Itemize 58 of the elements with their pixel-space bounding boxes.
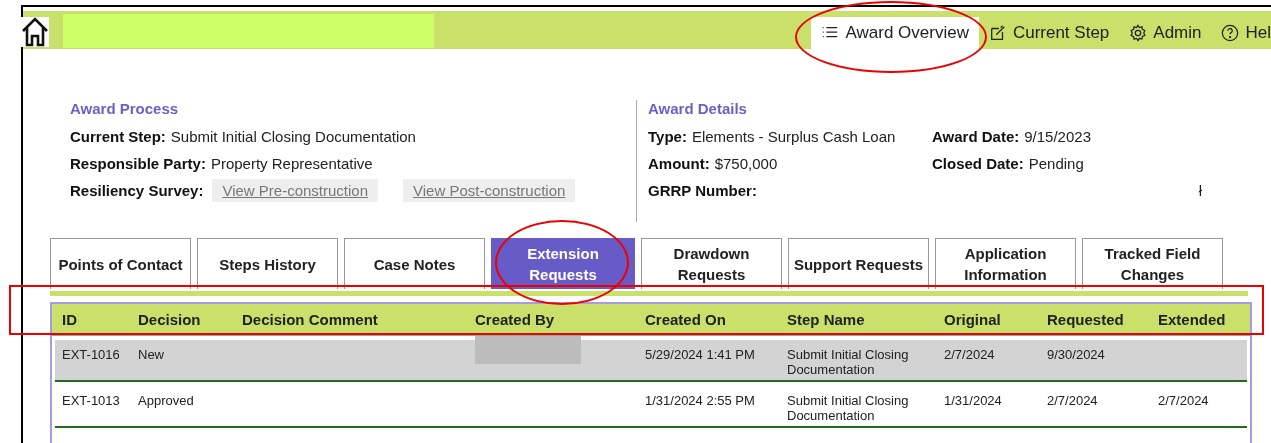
column-header: ID (62, 310, 78, 328)
table-cell: EXT-1016 (62, 347, 120, 362)
field-label: Award Date: (932, 128, 1020, 145)
table-cell: Submit Initial Closing Documentation (787, 347, 909, 377)
field-label: Closed Date: (932, 155, 1024, 172)
tab[interactable]: Steps History (197, 238, 338, 289)
tab[interactable]: Application Information (935, 238, 1076, 289)
column-header: Created On (645, 310, 727, 328)
table-cell: New (138, 347, 164, 362)
table-cell: 9/30/2024 (1047, 347, 1105, 362)
field-value: $750,000 (714, 155, 778, 172)
table-cell: 1/31/2024 (944, 393, 1002, 408)
home-icon[interactable] (21, 17, 49, 47)
table-row[interactable]: EXT-1013 Approved 1/31/2024 2:55 PM Submit Initial Closing Documentation 1/31/2024 2/7/2024 2/7/2024 (55, 386, 1247, 428)
table-cell: EXT-1013 (62, 393, 120, 408)
field-label: Responsible Party: (70, 155, 206, 172)
field-value: 9/15/2023 (1024, 128, 1091, 145)
tab[interactable]: Case Notes (344, 238, 485, 289)
tab[interactable]: Points of Contact (50, 238, 191, 289)
nav-item[interactable]: Admin (1119, 17, 1212, 49)
column-header: Original (944, 310, 1002, 328)
gear-icon (1129, 24, 1148, 42)
section-title: Award Details (648, 100, 748, 117)
field-value: Property Representative (210, 155, 373, 172)
field-label: Type: (648, 128, 687, 145)
tab[interactable]: Extension Requests (491, 238, 635, 289)
field-value: Elements - Surplus Cash Loan (691, 128, 896, 145)
table-cell: 2/7/2024 (1047, 393, 1098, 408)
tab[interactable]: Drawdown Requests (641, 238, 782, 289)
link-button[interactable]: View Post-construction (403, 179, 576, 202)
section-title: Award Process (70, 100, 180, 117)
column-header: Decision (138, 310, 202, 328)
help-icon (1221, 24, 1240, 42)
link-button[interactable]: View Pre-construction (212, 179, 379, 202)
column-header: Decision Comment (242, 310, 379, 328)
nav-item[interactable]: Current Step (978, 17, 1120, 49)
table-cell: 1/31/2024 2:55 PM (645, 393, 755, 408)
table-cell: 5/29/2024 1:41 PM (645, 347, 755, 362)
tab[interactable]: Support Requests (788, 238, 929, 289)
column-header: Extended (1158, 310, 1227, 328)
table-cell: 2/7/2024 (944, 347, 995, 362)
column-header: Step Name (787, 310, 866, 328)
field-value: Pending (1028, 155, 1084, 172)
column-header: Requested (1047, 310, 1125, 328)
tab[interactable]: Tracked Field Changes (1082, 238, 1223, 289)
field-value: ł (1198, 182, 1202, 199)
nav-item[interactable]: Award Overview (811, 17, 979, 49)
field-label: GRRP Number: (648, 182, 757, 199)
nav-item[interactable]: Hel (1211, 17, 1271, 49)
field-value: Submit Initial Closing Documentation (170, 128, 416, 145)
field-label: Resiliency Survey: (70, 182, 204, 199)
table-cell: 2/7/2024 (1158, 393, 1209, 408)
field-label: Amount: (648, 155, 710, 172)
edit-icon (988, 24, 1007, 42)
column-header: Created By (475, 310, 556, 328)
field-label: Current Step: (70, 128, 166, 145)
table-cell: Approved (138, 393, 194, 408)
table-cell: Submit Initial Closing Documentation (787, 393, 909, 423)
